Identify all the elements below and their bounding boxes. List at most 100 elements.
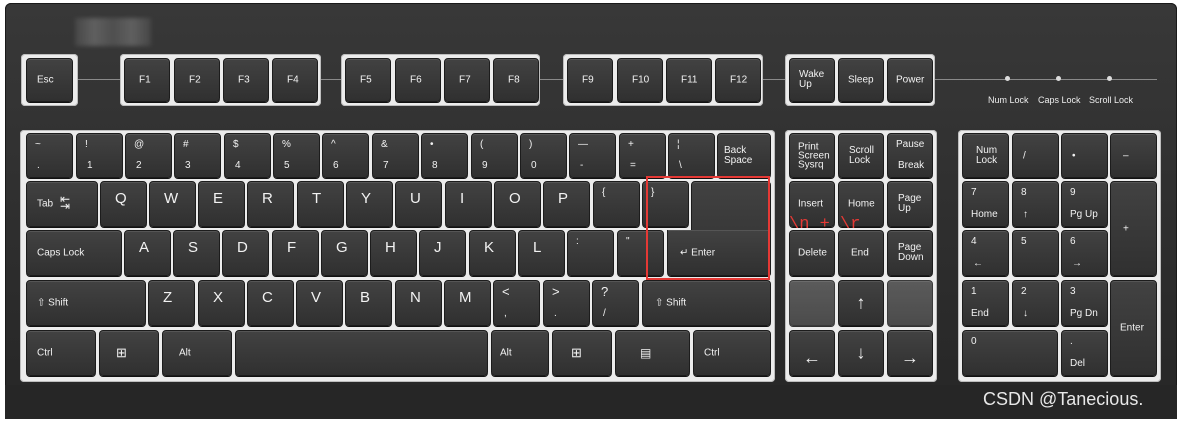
key-end[interactable]: End: [838, 230, 884, 276]
key-num-minus[interactable]: –: [1110, 133, 1157, 178]
key-f9[interactable]: F9: [567, 58, 613, 102]
key-sleep[interactable]: Sleep: [838, 58, 884, 102]
key-wake-up[interactable]: Wake Up: [789, 58, 835, 102]
key-k[interactable]: K: [469, 230, 516, 276]
key-backspace[interactable]: Back Space: [717, 133, 771, 178]
key-num-lock[interactable]: Num Lock: [962, 133, 1009, 178]
key-7[interactable]: & 7: [372, 133, 419, 178]
key-2[interactable]: @2: [125, 133, 172, 178]
key-num-3[interactable]: 3 Pg Dn: [1061, 280, 1108, 326]
key-4[interactable]: $4: [224, 133, 271, 178]
key-f8[interactable]: F8: [493, 58, 539, 102]
key-left-win[interactable]: ⊞: [99, 330, 159, 376]
key-left-ctrl[interactable]: Ctrl: [26, 330, 96, 376]
key-f10[interactable]: F10: [617, 58, 663, 102]
key-scroll-lock[interactable]: Scroll Lock: [838, 133, 884, 178]
key-f3[interactable]: F3: [223, 58, 269, 102]
key-print-screen[interactable]: Print Screen Sysrq: [789, 133, 835, 178]
key-f12[interactable]: F12: [715, 58, 761, 102]
key-arrow-up[interactable]: ↑: [838, 280, 884, 326]
key-arrow-down[interactable]: ↓: [838, 330, 884, 376]
key-page-down[interactable]: Page Down: [887, 230, 933, 276]
key-j[interactable]: J: [419, 230, 466, 276]
key-f4[interactable]: F4: [272, 58, 318, 102]
key-f7[interactable]: F7: [444, 58, 490, 102]
key-0[interactable]: ) 0: [520, 133, 567, 178]
key-num-dot[interactable]: . Del: [1061, 330, 1108, 376]
key-b[interactable]: B: [345, 280, 392, 326]
key-s[interactable]: S: [173, 230, 220, 276]
key-num-8[interactable]: 8 ↑: [1012, 181, 1059, 227]
key-tilde[interactable]: ~.: [26, 133, 73, 178]
key-l[interactable]: L: [518, 230, 565, 276]
key-m[interactable]: M: [444, 280, 491, 326]
key-period[interactable]: >.: [543, 280, 590, 326]
key-p[interactable]: P: [543, 181, 590, 227]
key-x[interactable]: X: [198, 280, 245, 326]
key-y[interactable]: Y: [346, 181, 393, 227]
key-g[interactable]: G: [321, 230, 368, 276]
key-f6[interactable]: F6: [395, 58, 441, 102]
key-caps-lock[interactable]: Caps Lock: [26, 230, 122, 276]
key-left-brace[interactable]: {: [593, 181, 640, 227]
key-z[interactable]: Z: [148, 280, 195, 326]
key-num-slash[interactable]: /: [1012, 133, 1059, 178]
key-esc[interactable]: Esc: [26, 58, 73, 102]
key-q[interactable]: Q: [100, 181, 147, 227]
key-num-enter[interactable]: Enter: [1110, 280, 1157, 376]
key-r[interactable]: R: [247, 181, 294, 227]
key-num-2[interactable]: 2 ↓: [1012, 280, 1059, 326]
key-6[interactable]: ^ 6: [322, 133, 369, 178]
key-f5[interactable]: F5: [345, 58, 391, 102]
key-space[interactable]: [235, 330, 488, 376]
key-comma[interactable]: <,: [493, 280, 540, 326]
key-pause[interactable]: Pause Break: [887, 133, 933, 178]
key-right-ctrl[interactable]: Ctrl: [693, 330, 771, 376]
key-d[interactable]: D: [222, 230, 269, 276]
key-a[interactable]: A: [124, 230, 171, 276]
key-right-win[interactable]: ⊞: [552, 330, 612, 376]
key-backslash[interactable]: ¦ \: [668, 133, 715, 178]
key-right-shift[interactable]: ⇧ Shift: [642, 280, 771, 326]
key-8[interactable]: • 8: [421, 133, 468, 178]
key-f[interactable]: F: [272, 230, 319, 276]
key-u[interactable]: U: [395, 181, 442, 227]
key-power[interactable]: Power: [887, 58, 933, 102]
key-minus[interactable]: — -: [569, 133, 616, 178]
key-e[interactable]: E: [198, 181, 245, 227]
key-3[interactable]: #3: [174, 133, 221, 178]
key-num-0[interactable]: 0: [962, 330, 1058, 376]
key-w[interactable]: W: [149, 181, 196, 227]
key-num-9[interactable]: 9 Pg Up: [1061, 181, 1108, 227]
key-num-5[interactable]: 5: [1012, 230, 1059, 276]
key-v[interactable]: V: [296, 280, 343, 326]
key-num-6[interactable]: 6 →: [1061, 230, 1108, 276]
key-o[interactable]: O: [494, 181, 541, 227]
key-equals[interactable]: + =: [619, 133, 666, 178]
key-right-alt[interactable]: Alt: [491, 330, 549, 376]
key-f11[interactable]: F11: [666, 58, 712, 102]
key-5[interactable]: % 5: [273, 133, 320, 178]
key-num-7[interactable]: 7 Home: [962, 181, 1009, 227]
key-page-up[interactable]: Page Up: [887, 181, 933, 227]
key-colon[interactable]: :: [567, 230, 614, 276]
key-9[interactable]: (9: [471, 133, 518, 178]
key-num-4[interactable]: 4 ←: [962, 230, 1009, 276]
key-i[interactable]: I: [445, 181, 492, 227]
key-f1[interactable]: F1: [124, 58, 170, 102]
key-arrow-left[interactable]: ←: [789, 330, 835, 376]
key-n[interactable]: N: [395, 280, 442, 326]
key-h[interactable]: H: [370, 230, 417, 276]
key-num-1[interactable]: 1 End: [962, 280, 1009, 326]
key-menu[interactable]: ▤: [615, 330, 690, 376]
key-1[interactable]: ! 1: [76, 133, 123, 178]
key-f2[interactable]: F2: [174, 58, 220, 102]
key-num-plus[interactable]: +: [1110, 181, 1157, 276]
key-c[interactable]: C: [247, 280, 294, 326]
key-num-star[interactable]: •: [1061, 133, 1108, 178]
key-slash[interactable]: ? /: [592, 280, 639, 326]
key-delete[interactable]: Delete: [789, 230, 835, 276]
key-tab[interactable]: Tab ⇤ ⇥: [26, 181, 98, 227]
key-left-alt[interactable]: Alt: [162, 330, 232, 376]
key-left-shift[interactable]: ⇧ Shift: [26, 280, 146, 326]
